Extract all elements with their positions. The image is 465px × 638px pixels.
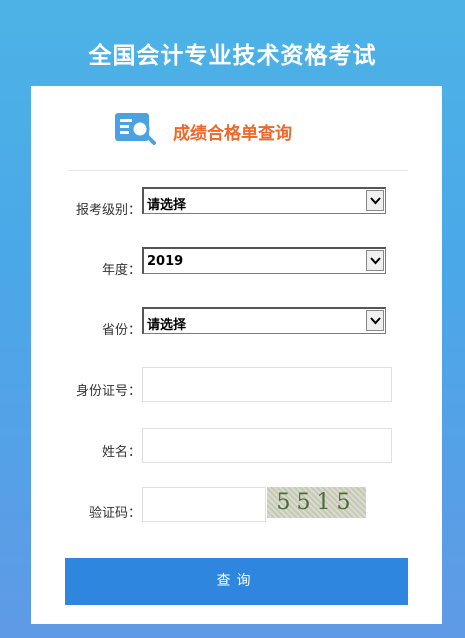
divider <box>68 170 408 171</box>
year-select[interactable]: 2019 <box>142 247 386 274</box>
name-input[interactable] <box>142 428 392 463</box>
province-select-value: 请选择 <box>147 318 187 333</box>
name-label: 姓名： <box>101 445 141 460</box>
chevron-down-icon[interactable] <box>366 190 384 211</box>
query-card: 成绩合格单查询 报考级别： 请选择 年度： 2019 省份： 请选择 身份证号：… <box>31 86 442 624</box>
header-title: 成绩合格单查询 <box>173 124 292 144</box>
captcha-input[interactable] <box>142 487 266 522</box>
level-select-value: 请选择 <box>147 198 187 213</box>
level-label: 报考级别： <box>75 203 141 218</box>
chevron-down-icon[interactable] <box>366 250 384 271</box>
chevron-down-icon[interactable] <box>366 310 384 331</box>
id-number-label: 身份证号： <box>75 384 141 399</box>
search-document-icon <box>114 112 158 146</box>
id-number-input[interactable] <box>142 367 392 402</box>
page-title: 全国会计专业技术资格考试 <box>88 43 377 69</box>
year-label: 年度： <box>101 263 141 278</box>
province-label: 省份： <box>101 323 141 338</box>
level-select[interactable]: 请选择 <box>142 187 386 214</box>
query-button[interactable]: 查询 <box>65 558 408 605</box>
captcha-image[interactable]: 5515 <box>267 487 366 518</box>
year-select-value: 2019 <box>147 254 184 269</box>
province-select[interactable]: 请选择 <box>142 307 386 334</box>
captcha-label: 验证码： <box>88 506 141 521</box>
